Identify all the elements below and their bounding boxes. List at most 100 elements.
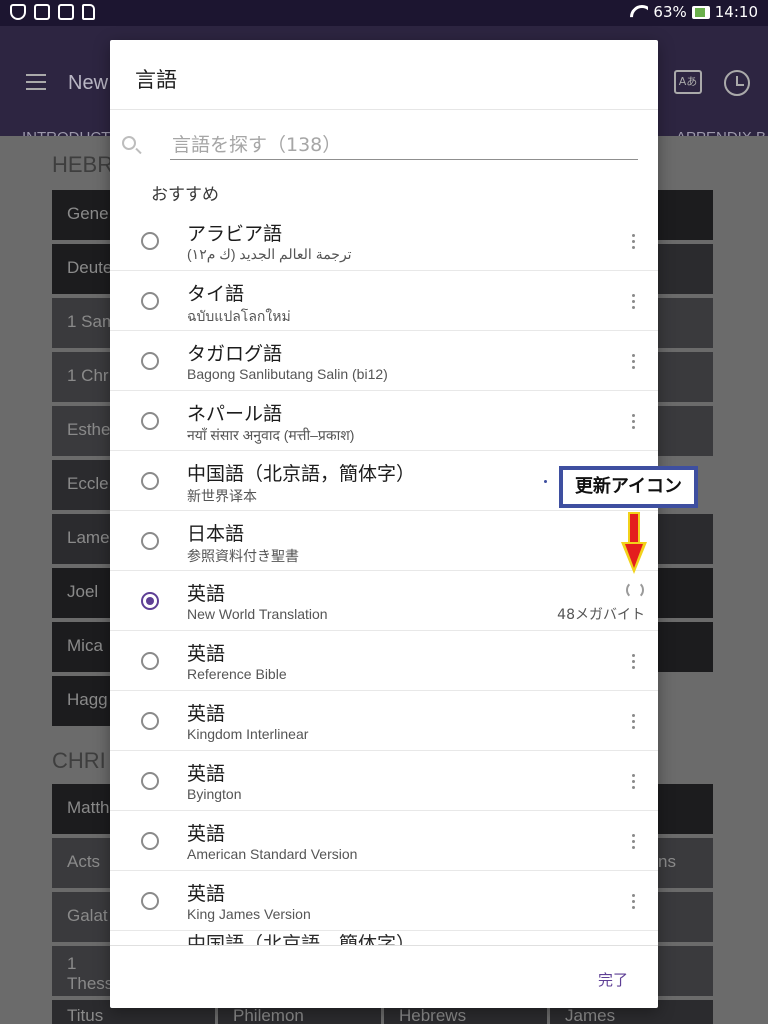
status-right: 63% 14:10: [630, 3, 758, 21]
history-icon[interactable]: [724, 70, 750, 96]
radio-button[interactable]: [141, 652, 159, 670]
language-name: 英語: [187, 583, 226, 605]
language-name: 中国語（北京語，簡体字）: [187, 933, 416, 945]
book-cell[interactable]: Acts: [52, 838, 112, 888]
language-item-selected[interactable]: 英語 New World Translation 48メガバイト: [110, 571, 658, 631]
language-name: 日本語: [187, 523, 245, 545]
radio-button[interactable]: [141, 472, 159, 490]
language-item[interactable]: タガログ語 Bagong Sanlibutang Salin (bi12): [110, 331, 658, 391]
app-title: New: [68, 72, 109, 94]
divider: [110, 109, 658, 110]
language-item[interactable]: 日本語 参照資料付き聖書: [110, 511, 658, 571]
book-cell[interactable]: Galat: [52, 892, 112, 942]
book-cell-right[interactable]: [656, 892, 713, 942]
battery-percent: 63%: [653, 3, 687, 21]
language-list[interactable]: アラビア語 ترجمة العالم الجديد (ك م١٢) タイ語 ฉบ…: [110, 211, 658, 945]
book-cell[interactable]: 1 Thess: [52, 946, 112, 996]
radio-button[interactable]: [141, 712, 159, 730]
language-search-input[interactable]: [170, 130, 638, 160]
refresh-icon-callout: 更新アイコン: [559, 466, 698, 508]
radio-button[interactable]: [141, 412, 159, 430]
status-bar: 63% 14:10: [0, 0, 768, 26]
refresh-icon[interactable]: [626, 581, 644, 599]
briefcase-check-icon: [58, 4, 74, 20]
arrow-head: [621, 542, 647, 574]
search-icon: [122, 136, 136, 150]
translate-icon[interactable]: Aあ: [674, 70, 702, 94]
more-vert-icon[interactable]: [625, 892, 643, 910]
language-name: 英語: [187, 703, 226, 725]
section-heading-hebrew: HEBR: [52, 152, 114, 177]
edition-name: ترجمة العالم الجديد (ك م١٢): [187, 246, 352, 262]
book-cell[interactable]: Lame: [52, 514, 112, 564]
radio-button[interactable]: [141, 292, 159, 310]
book-cell[interactable]: Eccle: [52, 460, 112, 510]
book-cell-right[interactable]: [656, 622, 713, 672]
book-cell-right[interactable]: [656, 352, 713, 402]
edition-name: Bagong Sanlibutang Salin (bi12): [187, 366, 388, 382]
language-item-partial[interactable]: 中国語（北京語，簡体字）: [110, 931, 658, 945]
arrow-down-icon: [628, 512, 640, 544]
language-item[interactable]: ネパール語 नयाँ संसार अनुवाद (मत्ती–प्रकाश): [110, 391, 658, 451]
radio-button[interactable]: [141, 772, 159, 790]
more-vert-icon[interactable]: [625, 292, 643, 310]
more-vert-icon[interactable]: [625, 652, 643, 670]
more-vert-icon[interactable]: [625, 832, 643, 850]
book-cell-right[interactable]: [656, 298, 713, 348]
language-name: タガログ語: [187, 343, 283, 365]
mail-check-icon: [34, 4, 50, 20]
book-cell-right[interactable]: [656, 946, 713, 996]
language-name: 英語: [187, 883, 226, 905]
radio-button[interactable]: [141, 532, 159, 550]
wifi-icon: [630, 5, 648, 19]
language-name: 英語: [187, 643, 226, 665]
radio-button[interactable]: [141, 352, 159, 370]
language-item[interactable]: 英語 King James Version: [110, 871, 658, 931]
book-cell-right[interactable]: ns: [656, 838, 713, 888]
book-cell[interactable]: Mica: [52, 622, 112, 672]
book-cell-right[interactable]: [656, 568, 713, 618]
edition-name: नयाँ संसार अनुवाद (मत्ती–प्रकाश): [187, 427, 355, 443]
language-item[interactable]: 英語 Byington: [110, 751, 658, 811]
edition-name: 参照資料付き聖書: [187, 548, 299, 564]
radio-button[interactable]: [141, 832, 159, 850]
sd-card-icon: [82, 4, 95, 20]
book-cell[interactable]: Matth: [52, 784, 112, 834]
book-cell[interactable]: Gene: [52, 190, 112, 240]
more-vert-icon[interactable]: [625, 772, 643, 790]
more-vert-icon[interactable]: [625, 412, 643, 430]
language-item[interactable]: アラビア語 ترجمة العالم الجديد (ك م١٢): [110, 211, 658, 271]
edition-name: American Standard Version: [187, 846, 358, 862]
section-heading-christian: CHRI: [52, 748, 106, 773]
more-vert-icon[interactable]: [625, 352, 643, 370]
book-cell-right[interactable]: [656, 190, 713, 240]
radio-button-selected[interactable]: [141, 592, 159, 610]
hamburger-menu-icon[interactable]: [26, 74, 46, 90]
book-cell[interactable]: Joel: [52, 568, 112, 618]
book-cell[interactable]: Deute: [52, 244, 112, 294]
more-vert-icon[interactable]: [625, 712, 643, 730]
book-cell[interactable]: Esthe: [52, 406, 112, 456]
book-cell[interactable]: 1 Sam: [52, 298, 112, 348]
language-item[interactable]: 英語 American Standard Version: [110, 811, 658, 871]
language-item[interactable]: 英語 Reference Bible: [110, 631, 658, 691]
book-cell-right[interactable]: [656, 244, 713, 294]
edition-name: ฉบับแปลโลกใหม่: [187, 308, 291, 324]
radio-button[interactable]: [141, 892, 159, 910]
book-cell-right[interactable]: [656, 406, 713, 456]
dialog-title: 言語: [135, 68, 177, 92]
more-vert-icon[interactable]: [625, 232, 643, 250]
language-name: タイ語: [187, 283, 245, 305]
done-button[interactable]: 完了: [588, 966, 638, 992]
language-name: ネパール語: [187, 403, 283, 425]
book-cell[interactable]: Hagg: [52, 676, 112, 726]
language-item[interactable]: 英語 Kingdom Interlinear: [110, 691, 658, 751]
language-name: 英語: [187, 763, 226, 785]
book-cell-right[interactable]: [656, 784, 713, 834]
book-cell-right[interactable]: [656, 514, 713, 564]
book-cell[interactable]: 1 Chr: [52, 352, 112, 402]
clock: 14:10: [714, 3, 758, 21]
edition-name: Reference Bible: [187, 666, 287, 682]
radio-button[interactable]: [141, 232, 159, 250]
language-item[interactable]: タイ語 ฉบับแปลโลกใหม่: [110, 271, 658, 331]
